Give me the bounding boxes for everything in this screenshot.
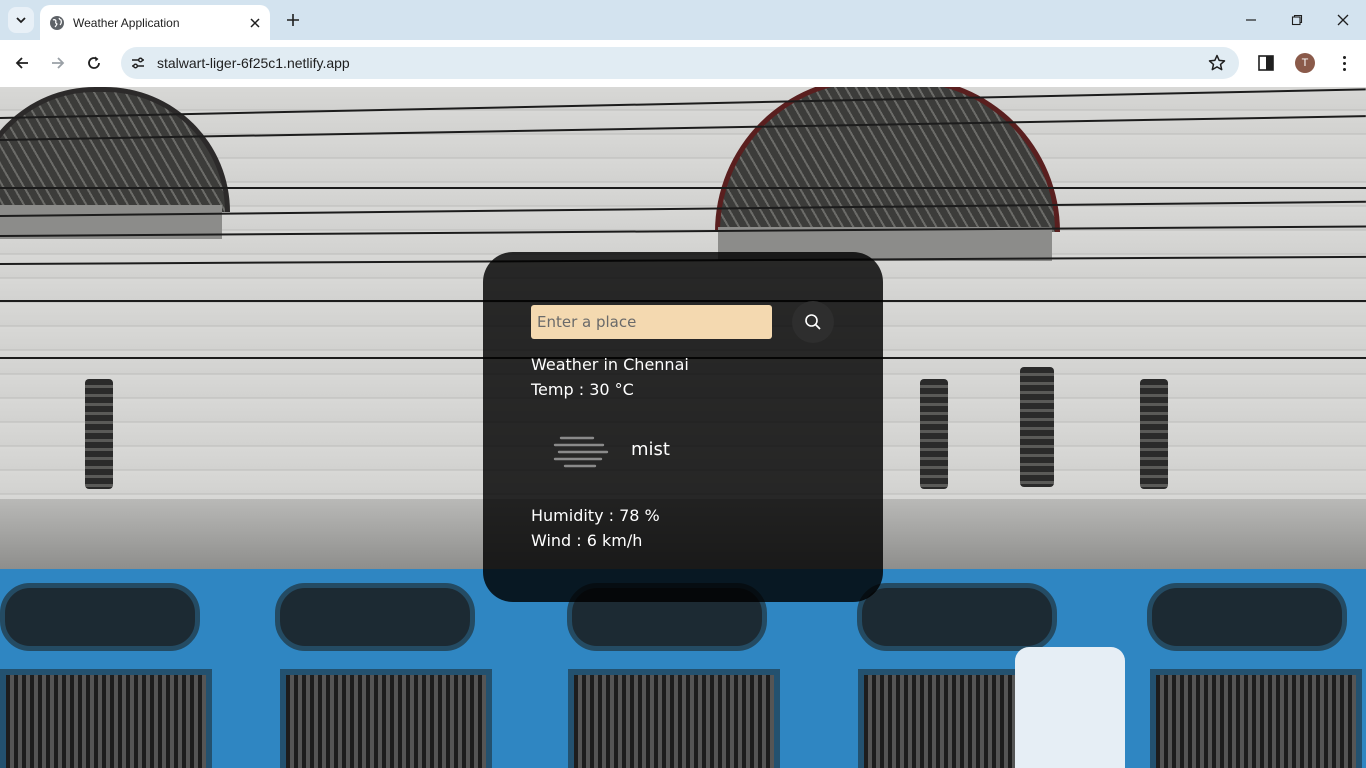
bookmark-star-icon[interactable] bbox=[1207, 53, 1227, 73]
browser-tab-strip: Weather Application bbox=[0, 0, 1366, 40]
tab-title: Weather Application bbox=[73, 15, 180, 30]
restore-icon bbox=[1291, 14, 1303, 26]
background-insulator bbox=[1140, 379, 1168, 489]
background-person bbox=[1015, 647, 1125, 768]
reload-button[interactable] bbox=[79, 48, 109, 78]
url-text: stalwart-liger-6f25c1.netlify.app bbox=[157, 55, 350, 71]
browser-tab[interactable]: Weather Application bbox=[40, 5, 270, 40]
menu-kebab-icon[interactable] bbox=[1334, 53, 1354, 73]
background-insulator bbox=[1020, 367, 1054, 487]
back-button[interactable] bbox=[7, 48, 37, 78]
plus-icon bbox=[287, 14, 299, 26]
minimize-button[interactable] bbox=[1228, 0, 1274, 40]
background-train-grill bbox=[280, 669, 492, 768]
mist-icon bbox=[553, 436, 609, 468]
window-controls bbox=[1228, 0, 1366, 40]
temperature-text: Temp : 30 °C bbox=[531, 380, 634, 399]
close-tab-icon[interactable] bbox=[245, 13, 265, 33]
search-icon bbox=[805, 314, 821, 330]
restore-button[interactable] bbox=[1274, 0, 1320, 40]
close-icon bbox=[1337, 14, 1349, 26]
wind-text: Wind : 6 km/h bbox=[531, 531, 643, 550]
search-button[interactable] bbox=[792, 301, 834, 343]
new-tab-button[interactable] bbox=[282, 9, 304, 31]
forward-button[interactable] bbox=[43, 48, 73, 78]
profile-avatar[interactable]: T bbox=[1295, 53, 1315, 73]
chevron-down-icon bbox=[16, 17, 26, 24]
background-train-window bbox=[1147, 583, 1347, 651]
background-train-grill bbox=[0, 669, 212, 768]
background-train-window bbox=[857, 583, 1057, 651]
background-train-window bbox=[275, 583, 475, 651]
background-wire bbox=[0, 187, 1366, 189]
humidity-text: Humidity : 78 % bbox=[531, 506, 660, 525]
reload-icon bbox=[88, 56, 100, 69]
background-train-window bbox=[0, 583, 200, 651]
weather-description: mist bbox=[631, 439, 670, 460]
page-viewport: Weather in Chennai Temp : 30 °C mist Hum… bbox=[0, 87, 1366, 768]
background-insulator bbox=[920, 379, 948, 489]
arrow-left-icon bbox=[15, 57, 28, 69]
browser-toolbar: stalwart-liger-6f25c1.netlify.app T bbox=[0, 40, 1366, 87]
globe-icon bbox=[50, 15, 64, 30]
background-train-grill bbox=[1150, 669, 1362, 768]
background-insulator bbox=[85, 379, 113, 489]
background-train-grill bbox=[568, 669, 780, 768]
close-window-button[interactable] bbox=[1320, 0, 1366, 40]
weather-card: Weather in Chennai Temp : 30 °C mist Hum… bbox=[483, 252, 883, 602]
address-bar[interactable]: stalwart-liger-6f25c1.netlify.app bbox=[121, 47, 1239, 79]
minimize-icon bbox=[1246, 19, 1256, 21]
city-heading: Weather in Chennai bbox=[531, 355, 689, 374]
tab-search-button[interactable] bbox=[8, 7, 34, 33]
side-panel-icon[interactable] bbox=[1256, 53, 1276, 73]
arrow-right-icon bbox=[52, 57, 65, 69]
place-search-input[interactable] bbox=[531, 305, 772, 339]
site-info-icon[interactable] bbox=[129, 54, 147, 72]
